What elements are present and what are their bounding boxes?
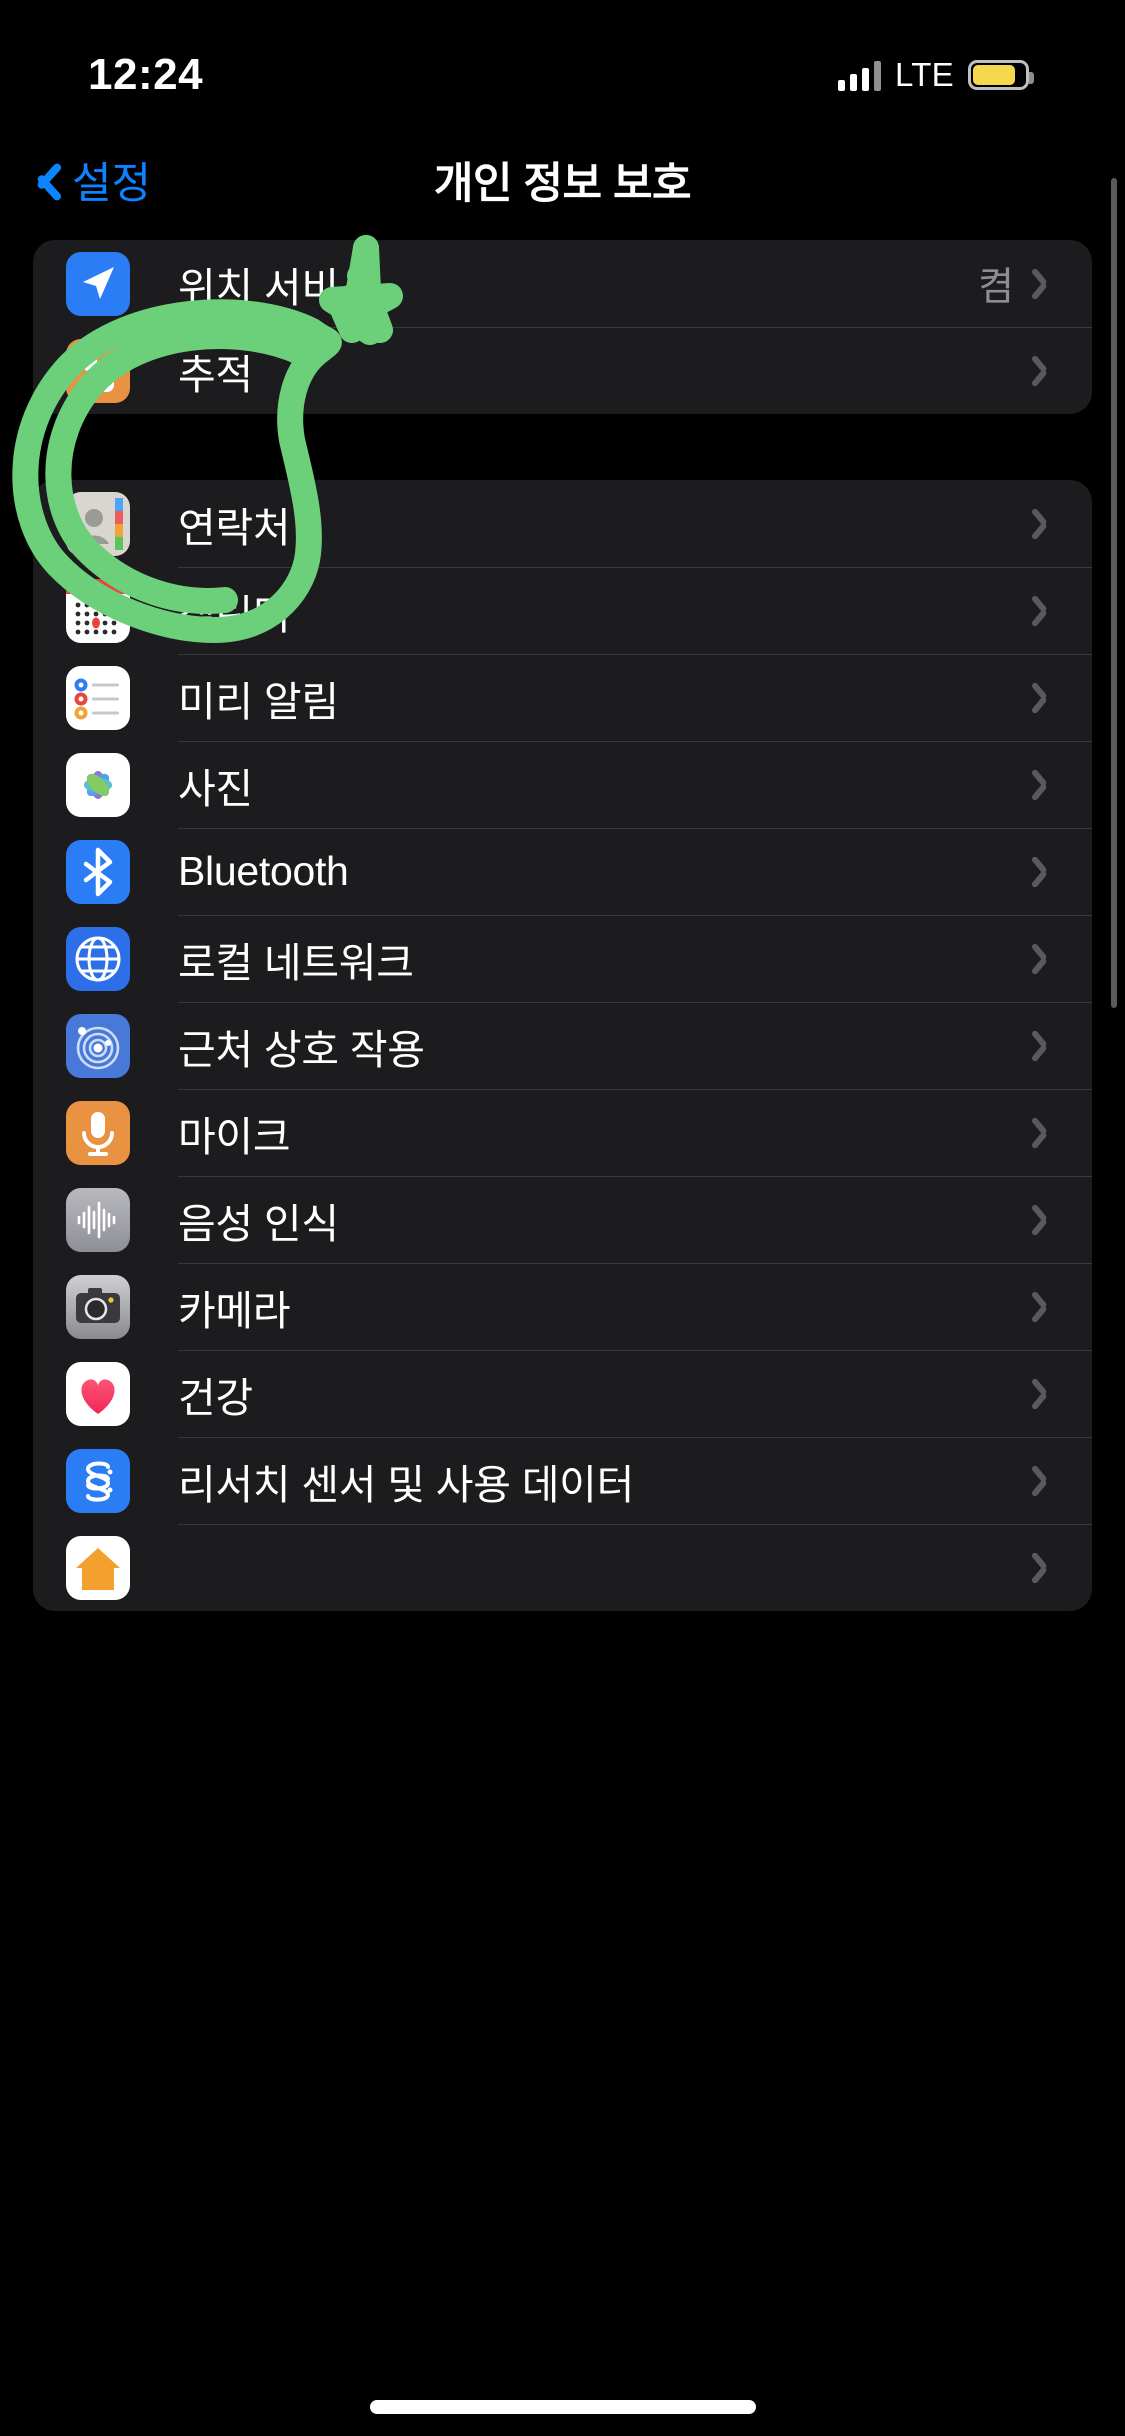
chevron-right-icon: [1040, 1377, 1058, 1410]
row-label: 캘린더: [178, 591, 291, 638]
row-label: Bluetooth: [178, 848, 349, 894]
chevron-right-icon: [1040, 1116, 1058, 1149]
nearby-interaction-icon: [66, 1013, 130, 1078]
row-camera[interactable]: 카메라: [33, 1263, 1092, 1350]
contacts-icon: [66, 491, 130, 556]
chevron-right-icon: [1040, 855, 1058, 888]
row-accessory: 켬: [978, 256, 1092, 312]
home-indicator: [369, 2400, 756, 2414]
row-label: 근처 상호 작용: [178, 1026, 425, 1073]
chevron-right-icon: [1040, 267, 1058, 300]
row-accessory: [1040, 855, 1092, 888]
settings-group-app-permissions: 연락처 캘린더 미리 알림 사진 Bluetooth 로컬 네트워크 근처 상호…: [33, 480, 1092, 1611]
row-accessory: [1040, 354, 1092, 387]
back-button[interactable]: 설정: [26, 132, 151, 228]
row-label: 카메라: [178, 1287, 291, 1334]
cellular-bars-icon: [838, 59, 882, 91]
chevron-right-icon: [1040, 1203, 1058, 1236]
row-label: 연락처: [178, 504, 291, 551]
chevron-right-icon: [1040, 354, 1058, 387]
tracking-icon: [66, 338, 130, 403]
row-accessory: [1040, 768, 1092, 801]
iphone-screen: 12:24 LTE 개인 정보 보호 설정 위치 서비스 켬 추적 연락처 캘린…: [0, 0, 1125, 2436]
row-label: 음성 인식: [178, 1200, 339, 1247]
row-label: 위치 서비스: [178, 264, 377, 311]
back-button-label: 설정: [72, 160, 152, 208]
row-research-sensor-usage-data[interactable]: 리서치 센서 및 사용 데이터: [33, 1437, 1092, 1524]
row-accessory: [1040, 1551, 1092, 1584]
row-health[interactable]: 건강: [33, 1350, 1092, 1437]
row-accessory: [1040, 507, 1092, 540]
status-bar: 12:24 LTE: [0, 0, 1125, 132]
row-value: 켬: [978, 265, 1014, 309]
row-accessory: [1040, 1464, 1092, 1497]
chevron-right-icon: [1040, 1029, 1058, 1062]
row-contacts[interactable]: 연락처: [33, 480, 1092, 567]
row-accessory: [1040, 1377, 1092, 1410]
row-label: 건강: [178, 1374, 253, 1421]
row-bluetooth[interactable]: Bluetooth: [33, 828, 1092, 915]
reminders-icon: [66, 665, 130, 730]
row-label: 리서치 센서 및 사용 데이터: [178, 1461, 634, 1508]
camera-icon: [66, 1274, 130, 1339]
row-label: 사진: [178, 765, 253, 812]
status-bar-time: 12:24: [88, 50, 204, 99]
row-reminders[interactable]: 미리 알림: [33, 654, 1092, 741]
row-photos[interactable]: 사진: [33, 741, 1092, 828]
row-accessory: [1040, 1029, 1092, 1062]
row-location-services[interactable]: 위치 서비스 켬: [33, 240, 1092, 327]
chevron-right-icon: [1040, 1464, 1058, 1497]
chevron-right-icon: [1040, 1290, 1058, 1323]
microphone-icon: [66, 1100, 130, 1165]
location-arrow-icon: [66, 251, 130, 316]
chevron-right-icon: [1040, 768, 1058, 801]
row-microphone[interactable]: 마이크: [33, 1089, 1092, 1176]
row-home[interactable]: [33, 1524, 1092, 1611]
network-type-label: LTE: [895, 56, 954, 93]
row-accessory: [1040, 1290, 1092, 1323]
row-accessory: [1040, 1116, 1092, 1149]
chevron-left-icon: [26, 152, 60, 208]
row-label: 로컬 네트워크: [178, 939, 414, 986]
row-accessory: [1040, 1203, 1092, 1236]
navigation-bar: 개인 정보 보호 설정: [0, 132, 1125, 228]
row-accessory: [1040, 681, 1092, 714]
chevron-right-icon: [1040, 507, 1058, 540]
waveform-icon: [66, 1187, 130, 1252]
page-title: 개인 정보 보호: [433, 160, 692, 208]
chevron-right-icon: [1040, 1551, 1058, 1584]
heart-icon: [66, 1361, 130, 1426]
home-icon: [66, 1535, 130, 1600]
row-local-network[interactable]: 로컬 네트워크: [33, 915, 1092, 1002]
scrollbar-indicator[interactable]: [1111, 178, 1117, 1008]
row-label: 추적: [178, 351, 253, 398]
status-bar-indicators: LTE: [838, 56, 1034, 94]
battery-low-power-icon: [968, 60, 1034, 90]
research-icon: [66, 1448, 130, 1513]
row-nearby-interactions[interactable]: 근처 상호 작용: [33, 1002, 1092, 1089]
chevron-right-icon: [1040, 594, 1058, 627]
calendar-icon: [66, 578, 130, 643]
row-speech-recognition[interactable]: 음성 인식: [33, 1176, 1092, 1263]
row-accessory: [1040, 942, 1092, 975]
row-label: 마이크: [178, 1113, 291, 1160]
row-label: 미리 알림: [178, 678, 339, 725]
row-tracking[interactable]: 추적: [33, 327, 1092, 414]
photos-icon: [66, 752, 130, 817]
settings-group-system: 위치 서비스 켬 추적: [33, 240, 1092, 414]
chevron-right-icon: [1040, 942, 1058, 975]
bluetooth-icon: [66, 839, 130, 904]
row-calendar[interactable]: 캘린더: [33, 567, 1092, 654]
row-accessory: [1040, 594, 1092, 627]
chevron-right-icon: [1040, 681, 1058, 714]
globe-icon: [66, 926, 130, 991]
